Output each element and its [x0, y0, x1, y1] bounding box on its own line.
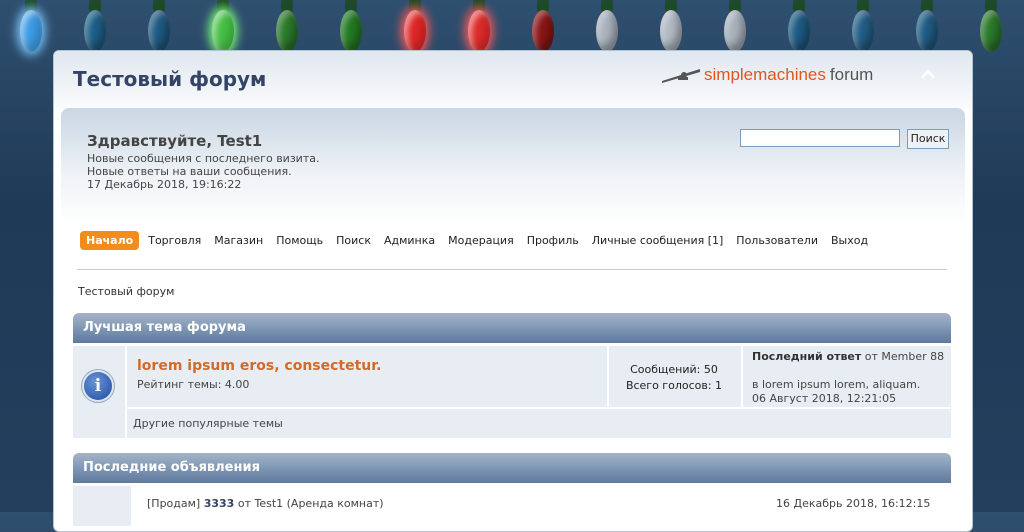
announcement-date: 16 Декабрь 2018, 16:12:15 — [776, 497, 931, 510]
announcement-icon-cell — [73, 486, 131, 526]
main-menu: Начало Торговля Магазин Помощь Поиск Адм… — [80, 229, 877, 251]
category-header-best-topic: Лучшая тема форума — [73, 313, 951, 343]
menu-item-moderation[interactable]: Модерация — [444, 232, 518, 249]
new-posts-link[interactable]: Новые сообщения с последнего визита. — [87, 152, 319, 165]
category-header-announcements: Последние объявления — [73, 453, 951, 483]
category-title: Последние объявления — [83, 460, 260, 475]
menu-item-home[interactable]: Начало — [80, 230, 140, 250]
light-bulb-icon — [660, 0, 682, 54]
user-panel: Здравствуйте, Test1 Новые сообщения с по… — [61, 108, 965, 226]
announcement-item: [Продам] 3333 от Test1 (Аренда комнат) — [147, 497, 384, 510]
topic-rating: Рейтинг темы: 4.00 — [137, 378, 250, 391]
menu-item-search[interactable]: Поиск — [332, 232, 375, 249]
last-post-author[interactable]: от Member 88 — [865, 350, 944, 363]
menu-item-profile[interactable]: Профиль — [523, 232, 583, 249]
last-post-date: 06 Август 2018, 12:21:05 — [752, 392, 897, 405]
forum-frame: Тестовый форум simplemachines forum Здра… — [53, 50, 973, 532]
light-bulb-icon — [468, 0, 490, 54]
logo-text-secondary: forum — [829, 65, 874, 84]
light-bulb-icon — [404, 0, 426, 54]
light-bulb-icon — [788, 0, 810, 54]
light-bulb-icon — [596, 0, 618, 54]
divider — [77, 269, 947, 270]
light-bulb-icon — [340, 0, 362, 54]
best-topic-block: i lorem ipsum eros, consectetur. Рейтинг… — [73, 346, 951, 438]
smf-logo-icon — [662, 69, 700, 83]
light-bulb-icon — [916, 0, 938, 54]
greeting: Здравствуйте, Test1 — [87, 132, 263, 150]
announcement-prefix: [Продам] — [147, 497, 201, 510]
topic-stats-cell: Сообщений: 50 Всего голосов: 1 — [609, 346, 741, 407]
light-bulb-icon — [148, 0, 170, 54]
light-bulb-icon — [276, 0, 298, 54]
announcement-row: [Продам] 3333 от Test1 (Аренда комнат) 1… — [133, 486, 951, 526]
topic-lastpost-cell: Последний ответ от Member 88 в lorem ips… — [743, 346, 951, 407]
light-bulb-icon — [532, 0, 554, 54]
light-bulb-icon — [852, 0, 874, 54]
popular-topics-cell: Другие популярные темы — [127, 409, 951, 438]
menu-item-admin[interactable]: Админка — [380, 232, 439, 249]
logo-text-primary: simplemachines — [704, 65, 826, 84]
announcements-block: [Продам] 3333 от Test1 (Аренда комнат) 1… — [73, 486, 951, 526]
light-bulb-icon — [980, 0, 1002, 54]
last-post-topic[interactable]: в lorem ipsum lorem, aliquam. — [752, 378, 920, 392]
category-title: Лучшая тема форума — [83, 320, 246, 335]
menu-item-trade[interactable]: Торговля — [144, 232, 205, 249]
search-input[interactable] — [740, 129, 900, 147]
menu-item-help[interactable]: Помощь — [272, 232, 327, 249]
topic-votes-count: Всего голосов: 1 — [625, 379, 723, 392]
last-post-info: Последний ответ от Member 88 — [752, 350, 948, 364]
new-replies-link[interactable]: Новые ответы на ваши сообщения. — [87, 165, 292, 178]
breadcrumb[interactable]: Тестовый форум — [78, 285, 174, 298]
forum-title[interactable]: Тестовый форум — [73, 67, 266, 91]
search-button[interactable]: Поиск — [907, 129, 949, 149]
last-post-label: Последний ответ — [752, 350, 862, 363]
light-bulb-icon — [724, 0, 746, 54]
current-datetime: 17 Декабрь 2018, 19:16:22 — [87, 178, 242, 191]
menu-item-messages[interactable]: Личные сообщения [1] — [588, 232, 728, 249]
topic-posts-count: Сообщений: 50 — [630, 363, 718, 376]
announcement-title-link[interactable]: 3333 — [204, 497, 235, 510]
popular-topics-link[interactable]: Другие популярные темы — [133, 417, 283, 430]
forum-header: Тестовый форум simplemachines forum — [54, 51, 972, 109]
smf-logo[interactable]: simplemachines forum — [660, 63, 873, 87]
menu-item-members[interactable]: Пользователи — [732, 232, 822, 249]
topic-icon-cell: i — [73, 346, 125, 438]
info-icon: i — [84, 372, 112, 400]
best-topic-link[interactable]: lorem ipsum eros, consectetur. — [137, 358, 382, 374]
light-bulb-icon — [20, 0, 42, 54]
light-bulb-icon — [212, 0, 234, 54]
topic-main-cell: lorem ipsum eros, consectetur. Рейтинг т… — [127, 346, 607, 407]
menu-item-shop[interactable]: Магазин — [210, 232, 267, 249]
collapse-header-icon[interactable] — [918, 65, 938, 85]
announcement-author[interactable]: от Test1 (Аренда комнат) — [238, 497, 384, 510]
menu-item-logout[interactable]: Выход — [827, 232, 872, 249]
light-bulb-icon — [84, 0, 106, 54]
